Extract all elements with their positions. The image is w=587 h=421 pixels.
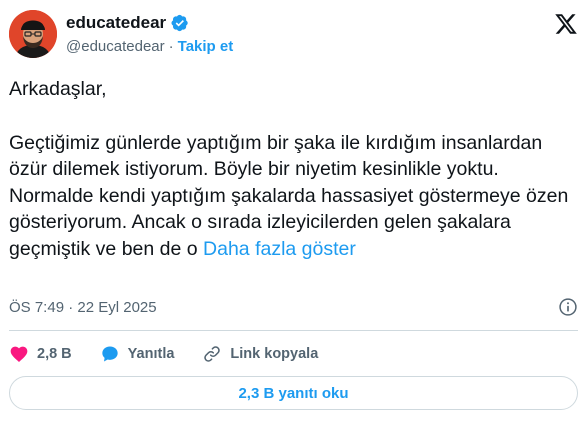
show-more-link[interactable]: Daha fazla göster [203, 238, 356, 260]
author-display-name[interactable]: educatedear [66, 13, 166, 33]
tweet-embed-card: educatedear @educatedear · Takip et Arka… [0, 0, 587, 421]
reply-button[interactable]: Yanıtla [100, 344, 175, 364]
info-icon[interactable] [558, 297, 578, 317]
tweet-body-paragraph: Geçtiğimiz günlerde yaptığım bir şaka il… [9, 130, 574, 263]
author-handle[interactable]: @educatedear [66, 38, 165, 55]
follow-link[interactable]: Takip et [178, 38, 234, 55]
tweet-timestamp[interactable]: ÖS 7:49 · 22 Eyl 2025 [9, 299, 157, 316]
read-replies-label: 2,3 B yanıtı oku [238, 384, 349, 402]
author-handle-row: @educatedear · Takip et [66, 38, 233, 55]
read-replies-button[interactable]: 2,3 B yanıtı oku [9, 376, 578, 410]
like-count: 2,8 B [37, 346, 72, 362]
speech-bubble-icon [102, 346, 118, 362]
separator-dot: · [168, 38, 174, 55]
tweet-text: Arkadaşlar, Geçtiğimiz günlerde yaptığım… [9, 76, 574, 262]
copy-link-label: Link kopyala [230, 346, 319, 362]
copy-link-button[interactable]: Link kopyala [202, 344, 318, 364]
x-logo-icon[interactable] [554, 12, 578, 36]
avatar-image [9, 10, 57, 58]
heart-icon [10, 346, 28, 362]
divider [9, 330, 578, 331]
link-icon [204, 346, 221, 362]
reply-label: Yanıtla [127, 346, 175, 362]
verified-badge-icon [171, 14, 188, 32]
tweet-actions-bar: 2,8 B Yanıtla Link kopyala [9, 342, 346, 366]
like-button[interactable]: 2,8 B [9, 344, 72, 364]
author-name-row: educatedear [66, 13, 189, 33]
tweet-greeting: Arkadaşlar, [9, 78, 107, 100]
avatar[interactable] [9, 10, 57, 58]
